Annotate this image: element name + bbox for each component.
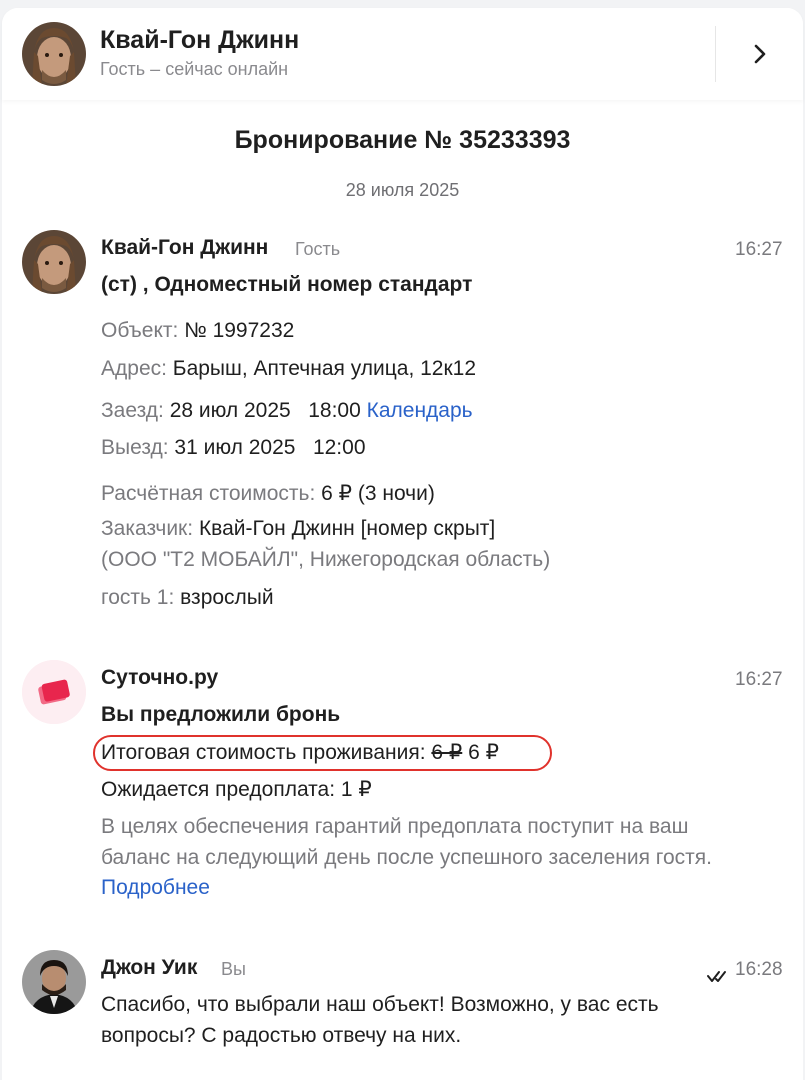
guest-avatar[interactable] (22, 22, 86, 86)
object-value: № 1997232 (184, 319, 295, 342)
host-message-line1: Спасибо, что выбрали наш объект! Возможн… (101, 993, 659, 1016)
host-message-line2: вопросы? С радостью отвечу на них. (101, 1024, 462, 1047)
sutochno-logo (22, 660, 86, 724)
header-guest-name: Квай-Гон Джинн (100, 26, 300, 54)
chat-header: Квай-Гон Джинн Гость – сейчас онлайн (2, 8, 803, 100)
cost-row: Расчётная стоимость: 6 ₽ (3 ночи) (101, 481, 435, 506)
customer-value: Квай-Гон Джинн [номер скрыт] (198, 517, 496, 540)
checkout-row: Выезд: 31 июл 2025 12:00 (101, 436, 366, 460)
cost-label: Расчётная стоимость: (101, 482, 316, 505)
customer-label: Заказчик: (101, 517, 194, 540)
header-divider (715, 26, 716, 82)
double-check-icon (707, 970, 731, 984)
guest-value: взрослый (180, 586, 274, 609)
address-label: Адрес: (101, 357, 167, 380)
object-row: Объект: № 1997232 (101, 319, 294, 343)
host-avatar[interactable] (22, 950, 86, 1014)
customer-org: (ООО "Т2 МОБАЙЛ", Нижегородская область) (101, 548, 551, 571)
message-sender-name: Квай-Гон Джинн (101, 236, 269, 259)
customer-row: Заказчик: Квай-Гон Джинн [номер скрыт] (101, 517, 495, 541)
object-label: Объект: (101, 319, 179, 342)
service-message-time: 16:27 (735, 669, 783, 690)
message-sender-role: Гость (295, 239, 341, 259)
guest-label: гость 1: (101, 586, 175, 609)
offer-status: Вы предложили бронь (101, 703, 341, 726)
message-time: 16:27 (735, 239, 783, 260)
total-cost-highlight (93, 735, 552, 771)
host-sender-name: Джон Уик (101, 956, 198, 979)
checkout-value: 31 июл 2025 12:00 (174, 436, 366, 459)
chat-panel: Квай-Гон Джинн Гость – сейчас онлайн Бро… (2, 8, 803, 1080)
checkout-label: Выезд: (101, 436, 169, 459)
prepayment-note-line2: баланс на следующий день после успешного… (101, 846, 712, 869)
checkin-value: 28 июл 2025 18:00 (169, 399, 361, 422)
host-message-time: 16:28 (735, 959, 783, 980)
address-value: Барыш, Аптечная улица, 12к12 (172, 357, 477, 380)
room-type: (ст) , Одноместный номер стандарт (101, 273, 473, 296)
date-separator: 28 июля 2025 (345, 180, 460, 200)
host-sender-role: Вы (221, 959, 246, 979)
checkin-label: Заезд: (101, 399, 164, 422)
guest-message-avatar[interactable] (22, 230, 86, 294)
prepayment-row: Ожидается предоплата: 1 ₽ (101, 778, 372, 801)
address-row: Адрес: Барыш, Аптечная улица, 12к12 (101, 357, 476, 381)
booking-title: Бронирование № 35233393 (234, 126, 571, 154)
guest-row: гость 1: взрослый (101, 586, 274, 610)
checkin-row: Заезд: 28 июл 2025 18:00 Календарь (101, 399, 473, 423)
calendar-link[interactable]: Календарь (367, 399, 473, 422)
service-sender-name: Суточно.ру (101, 666, 219, 689)
chevron-right-icon[interactable] (742, 36, 778, 72)
more-link[interactable]: Подробнее (101, 876, 210, 900)
header-guest-status: Гость – сейчас онлайн (100, 59, 289, 79)
prepayment-note-line1: В целях обеспечения гарантий предоплата … (101, 815, 689, 838)
cost-value: 6 ₽ (3 ночи) (321, 482, 435, 505)
